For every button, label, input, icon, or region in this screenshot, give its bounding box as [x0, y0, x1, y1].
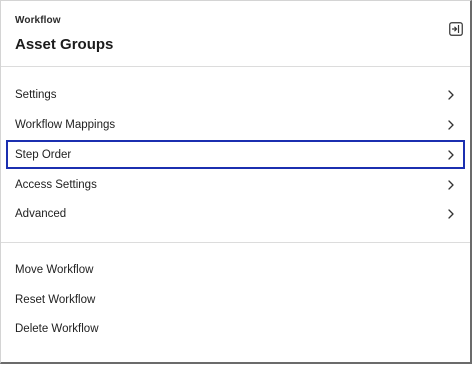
nav-item-settings[interactable]: Settings	[6, 80, 465, 109]
nav-item-advanced[interactable]: Advanced	[6, 199, 465, 228]
workflow-settings-panel: Workflow Asset Groups Settings Workflow …	[0, 0, 472, 364]
nav-item-label: Step Order	[15, 148, 72, 161]
nav-item-workflow-mappings[interactable]: Workflow Mappings	[6, 110, 465, 139]
move-workflow-action[interactable]: Move Workflow	[15, 264, 93, 276]
collapse-panel-button[interactable]	[449, 22, 463, 36]
page-title: Asset Groups	[15, 36, 114, 53]
chevron-right-icon	[448, 149, 454, 160]
nav-item-step-order[interactable]: Step Order	[6, 140, 465, 169]
settings-nav-list: Settings Workflow Mappings Step Order Ac…	[1, 67, 470, 243]
chevron-right-icon	[448, 208, 454, 219]
chevron-right-icon	[448, 119, 454, 130]
nav-item-label: Settings	[15, 88, 57, 101]
nav-item-access-settings[interactable]: Access Settings	[6, 170, 465, 199]
nav-item-label: Access Settings	[15, 178, 97, 191]
panel-eyebrow: Workflow	[15, 15, 61, 26]
chevron-right-icon	[448, 179, 454, 190]
chevron-right-icon	[448, 89, 454, 100]
delete-workflow-action[interactable]: Delete Workflow	[15, 323, 99, 335]
collapse-panel-icon	[449, 22, 463, 36]
nav-item-label: Workflow Mappings	[15, 118, 116, 131]
workflow-actions-list: Move Workflow Reset Workflow Delete Work…	[1, 243, 470, 353]
panel-header: Workflow Asset Groups	[1, 1, 470, 67]
reset-workflow-action[interactable]: Reset Workflow	[15, 294, 95, 306]
nav-item-label: Advanced	[15, 207, 67, 220]
